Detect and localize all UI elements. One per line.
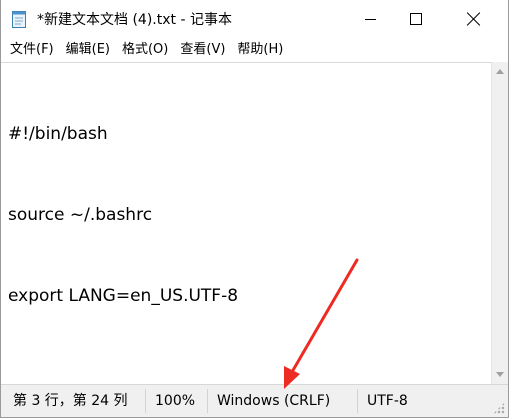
resize-grip-icon[interactable] (493, 402, 505, 414)
maximize-button[interactable] (393, 0, 439, 38)
vertical-scrollbar[interactable] (491, 62, 508, 384)
title-bar[interactable]: *新建文本文档 (4).txt - 记事本 (1, 0, 508, 38)
close-button[interactable] (439, 0, 508, 38)
close-icon (467, 12, 481, 26)
notepad-icon (12, 11, 26, 28)
window-title: *新建文本文档 (4).txt - 记事本 (37, 12, 232, 28)
scroll-up-icon[interactable] (496, 69, 504, 74)
menu-view[interactable]: 查看(V) (174, 38, 231, 62)
menu-bar: 文件(F) 编辑(E) 格式(O) 查看(V) 帮助(H) (1, 38, 508, 62)
menu-help[interactable]: 帮助(H) (231, 38, 289, 62)
menu-edit[interactable]: 编辑(E) (60, 38, 116, 62)
menu-format[interactable]: 格式(O) (116, 38, 174, 62)
editor-line: export LANG=en_US.UTF-8 (8, 286, 239, 306)
text-editor[interactable]: #!/bin/bash source ~/.bashrc export LANG… (1, 62, 491, 384)
status-divider (145, 389, 146, 413)
notepad-window: *新建文本文档 (4).txt - 记事本 文件(F) 编辑(E) 格式(O) … (0, 0, 509, 418)
status-divider (357, 389, 358, 413)
status-divider (207, 389, 208, 413)
minimize-icon (364, 18, 376, 20)
zoom-level: 100% (155, 393, 196, 409)
scroll-down-icon[interactable] (496, 372, 504, 377)
maximize-icon (410, 13, 422, 25)
cursor-position: 第 3 行，第 24 列 (13, 393, 128, 409)
editor-line: source ~/.bashrc (8, 205, 153, 225)
line-ending: Windows (CRLF) (217, 393, 331, 409)
status-bar: 第 3 行，第 24 列 100% Windows (CRLF) UTF-8 (1, 384, 508, 417)
encoding: UTF-8 (367, 393, 408, 409)
minimize-button[interactable] (347, 0, 393, 38)
editor-line: #!/bin/bash (8, 124, 108, 144)
menu-file[interactable]: 文件(F) (1, 38, 60, 62)
